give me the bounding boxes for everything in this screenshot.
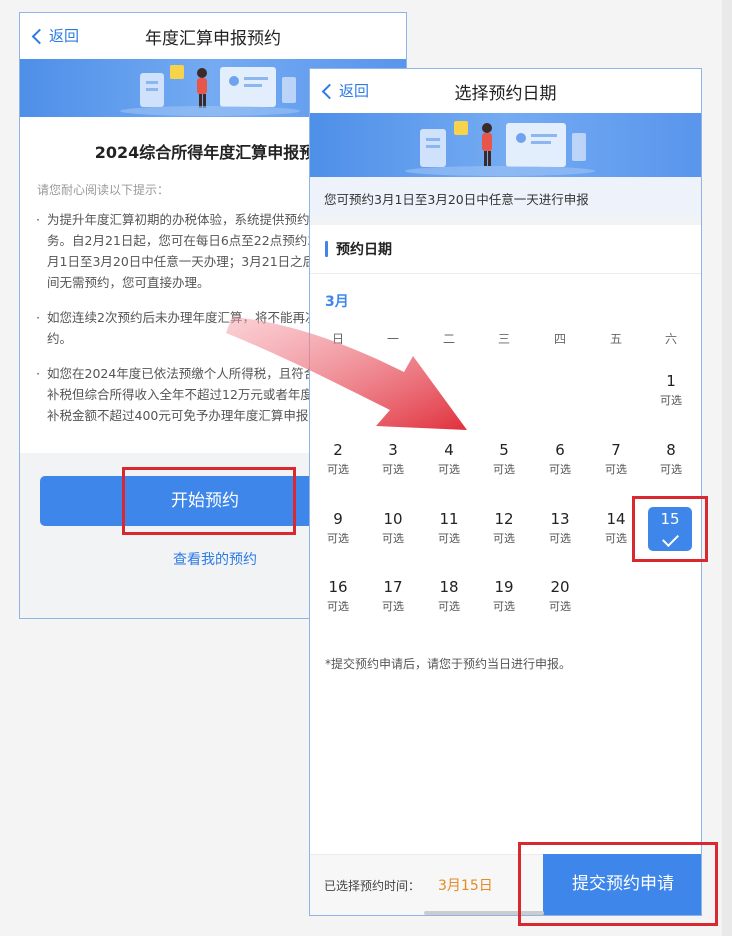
curved-arrow-icon	[226, 317, 467, 430]
highlight-box-selected-day	[632, 496, 708, 562]
annotation-layer	[226, 317, 467, 430]
highlight-box-submit-button	[518, 842, 718, 926]
highlight-box-start-button	[122, 467, 296, 535]
